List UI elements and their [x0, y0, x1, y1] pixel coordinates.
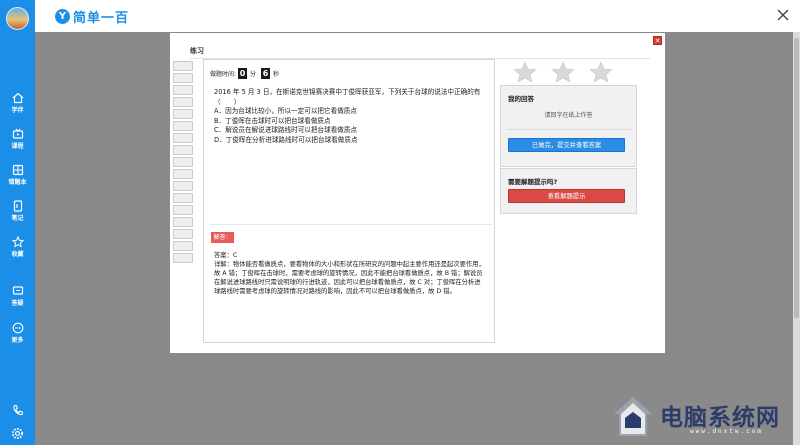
tv-icon — [12, 128, 23, 139]
analysis-text: 答案：C 详解：物体能否看做质点，要看物体的大小和形状在所研究的问题中起主要作用… — [214, 251, 486, 296]
home-icon — [12, 92, 23, 104]
sidebar-item-label: 学伴 — [11, 107, 24, 114]
question-tab[interactable] — [173, 157, 193, 167]
question-body: 2016 年 5 月 3 日，在斯诺克世锦赛决赛中丁俊晖获亚军，下列关于台球的说… — [214, 88, 490, 145]
answer-line: 答案：C — [214, 252, 238, 259]
more-icon — [12, 322, 23, 334]
question-tab[interactable] — [173, 169, 193, 179]
question-tab[interactable] — [173, 193, 193, 203]
option-a: A．因为台球比较小，所以一定可以把它看做质点 — [214, 107, 357, 115]
question-tab[interactable] — [173, 217, 193, 227]
sidebar-item-label: 收藏 — [11, 251, 24, 258]
analysis-detail: 详解：物体能否看做质点，要看物体的大小和形状在所研究的问题中起主要作用还是起次要… — [214, 261, 485, 295]
question-tab[interactable] — [173, 253, 193, 263]
analysis-tag: 解答： — [211, 232, 234, 243]
question-tab[interactable] — [173, 97, 193, 107]
sidebar: 学伴 课程 错题本 笔记 收藏 答疑 更多 — [0, 0, 35, 445]
watermark-title: 电脑系统网 — [660, 405, 780, 431]
phone-icon[interactable] — [11, 404, 24, 417]
hint-title: 需要解题提示吗? — [508, 178, 558, 186]
dialog-close-button[interactable]: ✕ — [653, 36, 662, 45]
my-answer-note: 请回字在纸上作答 — [544, 112, 593, 119]
top-bar: Y 简单一百 — [35, 0, 800, 32]
page-scrollbar[interactable] — [793, 32, 800, 445]
rating-star-icon[interactable] — [551, 61, 575, 83]
avatar[interactable] — [6, 7, 29, 30]
hint-panel: 需要解题提示吗? 查看解题提示 — [500, 168, 637, 214]
sidebar-item-label: 更多 — [11, 337, 24, 344]
question-tab[interactable] — [173, 181, 193, 191]
chat-icon — [12, 286, 23, 295]
view-hint-button[interactable]: 查看解题提示 — [508, 189, 625, 203]
sidebar-item-mistake-book[interactable]: 错题本 — [0, 164, 35, 198]
question-tab[interactable] — [173, 133, 193, 143]
question-tab[interactable] — [173, 73, 193, 83]
app-logo: Y 简单一百 — [55, 7, 129, 26]
timer-minute-unit: 分 — [250, 71, 257, 78]
house-logo-icon — [614, 397, 652, 436]
timer-second-unit: 秒 — [273, 71, 280, 78]
logo-mark: Y — [55, 9, 70, 24]
question-tab[interactable] — [173, 205, 193, 215]
dialog-title: 练习 — [190, 47, 204, 55]
option-c: C．解说员在解说进球路线时可以把台球看做质点 — [214, 126, 358, 134]
sidebar-item-favorites[interactable]: 收藏 — [0, 236, 35, 270]
submit-and-view-answer-button[interactable]: 已做完，提交并查看答案 — [508, 138, 625, 152]
watermark-url: www.dnxtw.com — [690, 428, 763, 435]
grid-book-icon — [12, 164, 23, 176]
question-divider — [210, 224, 492, 225]
option-d: D．丁俊晖在分析进球路线时可以把台球看做质点 — [214, 135, 358, 144]
sidebar-item-courses[interactable]: 课程 — [0, 128, 35, 162]
rating-star-icon[interactable] — [589, 61, 613, 83]
sidebar-item-study-companion[interactable]: 学伴 — [0, 92, 35, 126]
question-tab[interactable] — [173, 109, 193, 119]
question-tab[interactable] — [173, 229, 193, 239]
gear-icon[interactable] — [11, 427, 24, 440]
star-icon — [11, 236, 24, 248]
sidebar-item-label: 错题本 — [8, 179, 27, 186]
my-answer-panel: 我的回答 请回字在纸上作答 已做完，提交并查看答案 — [500, 85, 637, 167]
sidebar-item-qa[interactable]: 答疑 — [0, 285, 35, 319]
timer: 做题时间: 0 分 6 秒 — [210, 68, 282, 79]
practice-dialog: 练习 ✕ 做题时间: 0 分 6 秒 2016 年 5 月 3 日，在斯诺克世锦… — [170, 33, 665, 353]
question-tabs-strip — [170, 57, 195, 267]
sidebar-item-label: 答疑 — [11, 300, 24, 307]
my-answer-title: 我的回答 — [508, 95, 534, 103]
sidebar-item-notes[interactable]: 笔记 — [0, 200, 35, 234]
timer-minutes: 0 — [238, 68, 248, 79]
difficulty-rating — [513, 61, 627, 83]
window-close-icon[interactable] — [776, 8, 790, 22]
timer-label: 做题时间: — [210, 71, 237, 78]
panel-divider — [506, 129, 631, 130]
question-tab[interactable] — [173, 85, 193, 95]
app-name: 简单一百 — [73, 11, 130, 26]
option-b: B．丁俊晖在击球时可以把台球看做质点 — [214, 116, 331, 125]
watermark: 电脑系统网 www.dnxtw.com — [612, 394, 800, 445]
question-tab[interactable] — [173, 145, 193, 155]
sidebar-item-label: 课程 — [11, 143, 24, 150]
scrollbar-thumb[interactable] — [794, 38, 799, 318]
question-tab[interactable] — [173, 61, 193, 71]
notebook-icon — [13, 200, 22, 212]
rating-star-icon[interactable] — [513, 61, 537, 83]
timer-seconds: 6 — [261, 68, 271, 79]
sidebar-item-more[interactable]: 更多 — [0, 322, 35, 356]
question-stem: 2016 年 5 月 3 日，在斯诺克世锦赛决赛中丁俊晖获亚军，下列关于台球的说… — [214, 88, 481, 106]
question-tab[interactable] — [173, 121, 193, 131]
question-tab[interactable] — [173, 241, 193, 251]
sidebar-item-label: 笔记 — [11, 215, 24, 222]
